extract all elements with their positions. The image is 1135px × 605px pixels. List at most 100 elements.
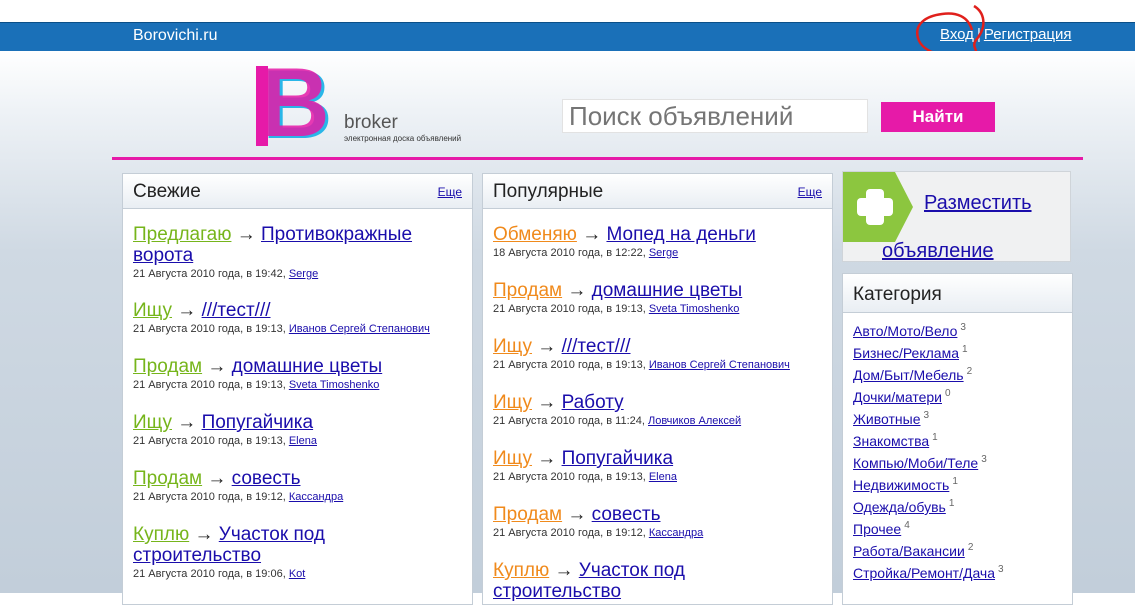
item-user-link[interactable]: Sveta Timoshenko xyxy=(289,379,380,391)
category-link[interactable]: Компью/Моби/Теле xyxy=(853,455,978,471)
category-link[interactable]: Авто/Мото/Вело xyxy=(853,323,957,339)
item-title-link[interactable]: ///тест/// xyxy=(202,300,271,321)
item-user-link[interactable]: Kot xyxy=(289,568,306,580)
category-link[interactable]: Бизнес/Реклама xyxy=(853,345,959,361)
category-count: 3 xyxy=(960,322,966,333)
list-item: Куплю → Участок под строительство xyxy=(493,560,823,602)
item-date: 21 Августа 2010 года, в 19:13, xyxy=(133,379,286,391)
item-action-link[interactable]: Продам xyxy=(133,356,202,377)
popular-more-link[interactable]: Еще xyxy=(798,185,822,199)
item-action-link[interactable]: Продам xyxy=(493,280,562,301)
category-link[interactable]: Дочки/матери xyxy=(853,389,942,405)
item-title-link-cont[interactable]: строительство xyxy=(493,581,621,602)
category-link[interactable]: Недвижимость xyxy=(853,477,949,493)
category-list: Авто/Мото/Вело 3 Бизнес/Реклама 1 Дом/Быт/… xyxy=(853,322,1004,586)
item-user-link[interactable]: Иванов Сергей Степанович xyxy=(649,359,790,371)
item-date: 21 Августа 2010 года, в 19:06, xyxy=(133,568,286,580)
arrow-icon: → xyxy=(177,412,197,433)
item-title-link[interactable]: домашние цветы xyxy=(592,280,743,301)
category-link[interactable]: Дом/Быт/Мебель xyxy=(853,367,964,383)
category-item: Компью/Моби/Теле 3 xyxy=(853,454,1004,476)
item-action-link[interactable]: Продам xyxy=(493,504,562,525)
item-action-link[interactable]: Ищу xyxy=(493,448,532,469)
category-item: Животные 3 xyxy=(853,410,1004,432)
fresh-panel: Свежие Еще Предлагаю → Противокражные во… xyxy=(122,173,473,605)
list-item: Ищу → Попугайчика 21 Августа 2010 года, … xyxy=(493,448,823,483)
post-ad-button[interactable]: Разместить объявление xyxy=(842,171,1071,262)
search-button[interactable]: Найти xyxy=(881,102,995,132)
category-count: 3 xyxy=(923,410,930,421)
search-input[interactable] xyxy=(562,99,868,133)
item-action-link[interactable]: Предлагаю xyxy=(133,224,231,245)
register-link[interactable]: Регистрация xyxy=(984,26,1072,43)
item-title-link-cont[interactable]: строительство xyxy=(133,545,261,566)
category-link[interactable]: Стройка/Ремонт/Дача xyxy=(853,565,995,581)
post-ad-label-1[interactable]: Разместить xyxy=(924,192,1032,215)
item-action-link[interactable]: Куплю xyxy=(133,524,189,545)
category-item: Дочки/матери 0 xyxy=(853,388,1004,410)
item-title-link-cont[interactable]: ворота xyxy=(133,245,193,266)
item-title-link[interactable]: Участок под xyxy=(219,524,325,545)
item-user-link[interactable]: Elena xyxy=(649,471,677,483)
fresh-more-link[interactable]: Еще xyxy=(438,185,462,199)
item-user-link[interactable]: Ловчиков Алексей xyxy=(648,415,741,427)
header-divider xyxy=(112,157,1083,160)
list-item: Продам → домашние цветы 21 Августа 2010 … xyxy=(493,280,823,315)
logo[interactable]: B B broker электронная доска объявлений xyxy=(256,62,496,152)
item-action-link[interactable]: Ищу xyxy=(133,300,172,321)
categories-panel-title: Категория xyxy=(853,284,942,305)
arrow-icon: → xyxy=(537,392,557,413)
item-user-link[interactable]: Sveta Timoshenko xyxy=(649,303,740,315)
item-action-link[interactable]: Ищу xyxy=(133,412,172,433)
svg-text:B: B xyxy=(259,62,330,148)
category-count: 3 xyxy=(981,454,987,465)
item-date: 21 Августа 2010 года, в 11:24, xyxy=(493,415,645,427)
item-title-link[interactable]: Противокражные xyxy=(261,224,412,245)
category-link[interactable]: Прочее xyxy=(853,521,901,537)
item-title-link[interactable]: совесть xyxy=(232,468,301,489)
item-user-link[interactable]: Elena xyxy=(289,435,317,447)
categories-panel: Категория Авто/Мото/Вело 3 Бизнес/Реклама… xyxy=(842,273,1073,605)
list-item: Куплю → Участок под строительство 21 Авг… xyxy=(133,524,463,580)
logo-wordmark: broker xyxy=(344,112,398,133)
item-date: 21 Августа 2010 года, в 19:13, xyxy=(133,435,286,447)
item-title-link[interactable]: Работу xyxy=(562,392,624,413)
item-action-link[interactable]: Куплю xyxy=(493,560,549,581)
list-item: Ищу → Попугайчика 21 Августа 2010 года, … xyxy=(133,412,463,447)
item-title-link[interactable]: Участок под xyxy=(579,560,685,581)
category-count: 4 xyxy=(904,520,910,531)
category-link[interactable]: Животные xyxy=(853,411,921,427)
item-title-link[interactable]: Попугайчика xyxy=(202,412,314,433)
logo-b-icon: B B xyxy=(256,62,333,148)
category-item: Бизнес/Реклама 1 xyxy=(853,344,1004,366)
item-title-link[interactable]: домашние цветы xyxy=(232,356,383,377)
item-title-link[interactable]: ///тест/// xyxy=(562,336,631,357)
item-action-link[interactable]: Ищу xyxy=(493,392,532,413)
item-title-link[interactable]: совесть xyxy=(592,504,661,525)
category-item: Знакомства 1 xyxy=(853,432,1004,454)
arrow-icon: → xyxy=(567,504,587,525)
site-name[interactable]: Borovichi.ru xyxy=(133,27,217,45)
category-item: Недвижимость 1 xyxy=(853,476,1004,498)
list-item: Ищу → ///тест/// 21 Августа 2010 года, в… xyxy=(493,336,823,371)
item-action-link[interactable]: Обменяю xyxy=(493,224,577,245)
item-user-link[interactable]: Serge xyxy=(289,268,318,280)
category-item: Дом/Быт/Мебель 2 xyxy=(853,366,1004,388)
category-link[interactable]: Работа/Вакансии xyxy=(853,543,965,559)
item-action-link[interactable]: Продам xyxy=(133,468,202,489)
category-link[interactable]: Одежда/обувь xyxy=(853,499,946,515)
category-link[interactable]: Знакомства xyxy=(853,433,929,449)
item-date: 21 Августа 2010 года, в 19:12, xyxy=(493,527,646,539)
list-item: Предлагаю → Противокражные ворота 21 Авг… xyxy=(133,224,463,280)
arrow-icon: → xyxy=(177,300,197,321)
item-title-link[interactable]: Попугайчика xyxy=(562,448,674,469)
logo-tagline: электронная доска объявлений xyxy=(344,134,462,143)
item-user-link[interactable]: Serge xyxy=(649,247,678,259)
item-date: 21 Августа 2010 года, в 19:13, xyxy=(133,323,286,335)
post-ad-label-2[interactable]: объявление xyxy=(882,240,994,263)
item-user-link[interactable]: Иванов Сергей Степанович xyxy=(289,323,430,335)
item-title-link[interactable]: Мопед на деньги xyxy=(606,224,755,245)
item-action-link[interactable]: Ищу xyxy=(493,336,532,357)
item-user-link[interactable]: Кассандра xyxy=(289,491,343,503)
item-user-link[interactable]: Кассандра xyxy=(649,527,703,539)
